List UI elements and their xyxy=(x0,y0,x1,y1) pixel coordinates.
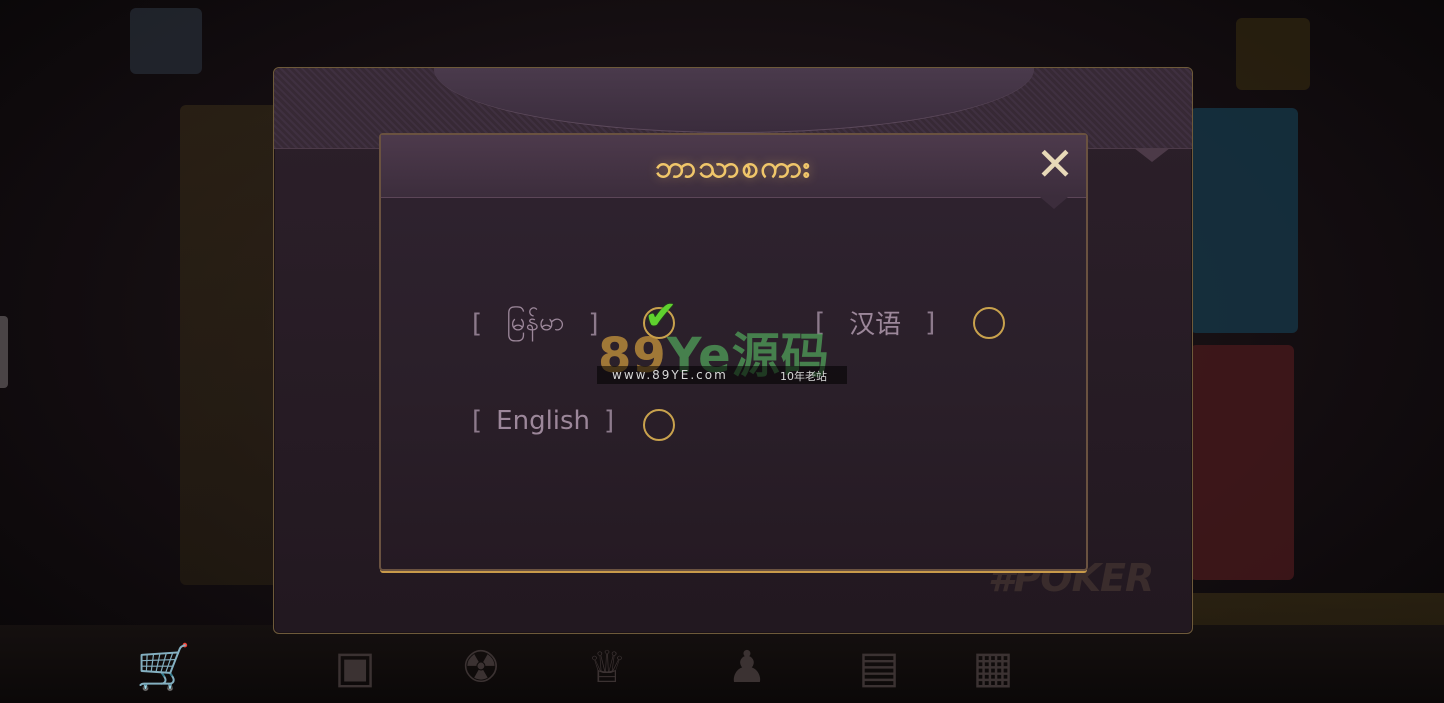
language-label-myanmar: မြန်မာ xyxy=(506,307,565,337)
language-label-chinese: 汉语 xyxy=(849,310,902,340)
hazard-icon: ☢ xyxy=(461,642,501,693)
gift-icon: ▣ xyxy=(334,642,376,693)
friends-icon: ♟ xyxy=(727,642,767,693)
watermark-url: www.89YE.com xyxy=(612,368,728,382)
side-drawer-handle[interactable] xyxy=(0,316,8,388)
trophy-icon: ♕ xyxy=(587,642,627,693)
bracket-close: ] xyxy=(925,307,936,338)
dialog-header-notch xyxy=(1040,197,1068,209)
dialog-title: ဘာသာစကား xyxy=(655,150,812,185)
background-thumbnail xyxy=(1236,18,1310,90)
bracket-close: ] xyxy=(604,406,615,436)
dialog-header: ဘာသာစကား xyxy=(381,135,1086,198)
bracket-open: [ xyxy=(472,406,483,436)
radio-chinese[interactable] xyxy=(973,307,1005,339)
close-button[interactable]: ✕ xyxy=(1034,141,1076,187)
language-label-english: English xyxy=(496,406,591,436)
screen: 🛒 ▣ ☢ ♕ ♟ ▤ ▦ #POKER ဘာသာစကား ✕ [ မြန်မာ… xyxy=(0,0,1444,703)
cart-icon: 🛒 xyxy=(136,642,191,693)
grid-menu-icon: ▦ xyxy=(972,642,1014,693)
bracket-open: [ xyxy=(472,308,483,339)
background-thumbnail xyxy=(130,8,202,74)
mail-icon: ▤ xyxy=(858,642,900,693)
language-option-english[interactable]: [ English ] xyxy=(472,406,614,436)
language-option-myanmar[interactable]: [ မြန်မာ ] xyxy=(472,304,599,343)
watermark-subtitle: 10年老站 xyxy=(780,370,827,383)
background-game-card xyxy=(1190,108,1298,333)
modal-outer-notch xyxy=(1134,148,1170,162)
language-option-chinese[interactable]: [ 汉语 ] xyxy=(815,304,935,341)
radio-english[interactable] xyxy=(643,409,675,441)
background-game-card xyxy=(1190,345,1294,580)
